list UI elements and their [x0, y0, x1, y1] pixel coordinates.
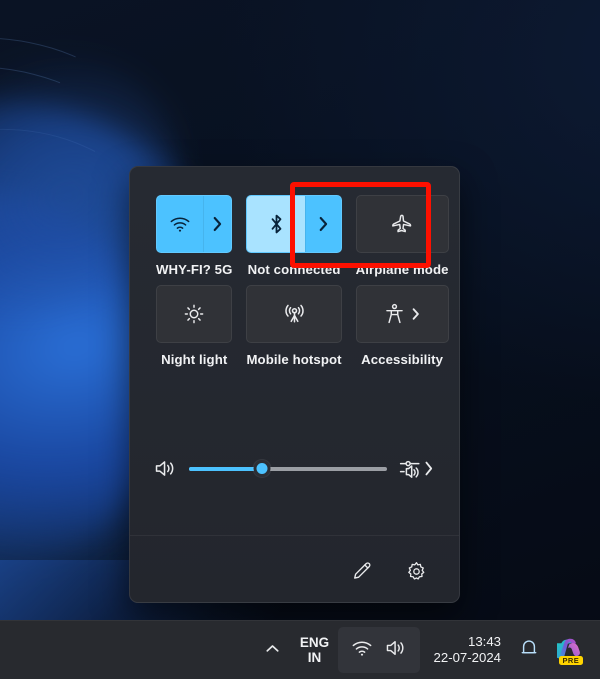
bluetooth-tile-expand-button[interactable]: [305, 196, 340, 252]
wifi-tile-toggle[interactable]: [157, 196, 203, 252]
brightness-icon: [183, 303, 205, 325]
wifi-tile[interactable]: [156, 195, 233, 253]
accessibility-expand-chevron-icon[interactable]: [411, 307, 421, 321]
mobile-hotspot-tile[interactable]: [246, 285, 342, 343]
bluetooth-tile-label: Not connected: [247, 262, 341, 277]
accessibility-icon: [384, 303, 405, 325]
pencil-edit-icon: [352, 561, 372, 581]
night-light-tile-label: Night light: [161, 352, 228, 367]
mobile-hotspot-tile-label: Mobile hotspot: [246, 352, 342, 367]
taskbar-clock[interactable]: 13:43 22-07-2024: [420, 627, 512, 673]
accessibility-tile-label: Accessibility: [361, 352, 444, 367]
airplane-icon: [391, 213, 413, 235]
volume-slider-fill: [189, 466, 263, 471]
show-hidden-icons-button[interactable]: [254, 627, 292, 673]
speaker-icon: [385, 638, 407, 663]
quick-setting-accessibility: Accessibility: [355, 285, 449, 367]
copilot-icon: PRE: [555, 636, 583, 665]
airplane-mode-tile[interactable]: [355, 195, 449, 253]
language-indicator[interactable]: ENG IN: [292, 627, 338, 673]
speaker-icon[interactable]: [154, 458, 177, 479]
chevron-right-icon: [423, 460, 435, 477]
hotspot-icon: [283, 303, 306, 325]
chevron-up-icon: [265, 641, 280, 659]
bluetooth-tile[interactable]: [246, 195, 342, 253]
quick-setting-airplane-mode: Airplane mode: [355, 195, 449, 277]
quick-settings-panel: WHY-FI? 5G Not connected Airplane mode N…: [129, 166, 460, 603]
language-line-2: IN: [307, 650, 322, 665]
open-settings-button[interactable]: [399, 554, 433, 588]
quick-setting-bluetooth: Not connected: [246, 195, 342, 277]
wifi-icon: [351, 639, 373, 662]
chevron-right-icon: [317, 215, 330, 233]
copilot-preview-badge: PRE: [559, 655, 583, 665]
bluetooth-tile-toggle[interactable]: [247, 196, 306, 252]
system-tray-quick-settings-button[interactable]: [337, 627, 420, 673]
audio-output-mixer-icon: [399, 458, 421, 479]
language-line-1: ENG: [299, 634, 330, 650]
accessibility-tile[interactable]: [355, 285, 449, 343]
quick-settings-footer: [130, 540, 459, 602]
airplane-mode-tile-label: Airplane mode: [355, 262, 449, 277]
edit-quick-settings-button[interactable]: [345, 554, 379, 588]
taskbar: ENG IN 13:43 22-07-2024 PRE: [0, 620, 600, 679]
quick-setting-mobile-hotspot: Mobile hotspot: [246, 285, 342, 367]
panel-divider: [130, 535, 459, 536]
quick-setting-night-light: Night light: [156, 285, 233, 367]
bluetooth-icon: [269, 213, 284, 235]
notifications-button[interactable]: [512, 627, 546, 673]
quick-setting-wifi: WHY-FI? 5G: [156, 195, 233, 277]
quick-settings-tile-grid: WHY-FI? 5G Not connected Airplane mode N…: [130, 167, 459, 367]
clock-time: 13:43: [467, 634, 501, 650]
volume-slider-thumb[interactable]: [253, 460, 271, 477]
bell-icon: [520, 638, 538, 663]
volume-slider[interactable]: [189, 459, 387, 479]
chevron-right-icon: [211, 215, 224, 233]
screen: WHY-FI? 5G Not connected Airplane mode N…: [0, 0, 600, 679]
night-light-tile[interactable]: [156, 285, 233, 343]
clock-date: 22-07-2024: [433, 650, 501, 665]
audio-output-selector[interactable]: [399, 458, 435, 479]
gear-settings-icon: [406, 561, 427, 582]
wifi-tile-expand-button[interactable]: [203, 196, 231, 252]
wifi-tile-label: WHY-FI? 5G: [156, 262, 233, 277]
copilot-button[interactable]: PRE: [546, 627, 592, 673]
volume-row: [130, 458, 459, 479]
wifi-icon: [169, 215, 191, 233]
